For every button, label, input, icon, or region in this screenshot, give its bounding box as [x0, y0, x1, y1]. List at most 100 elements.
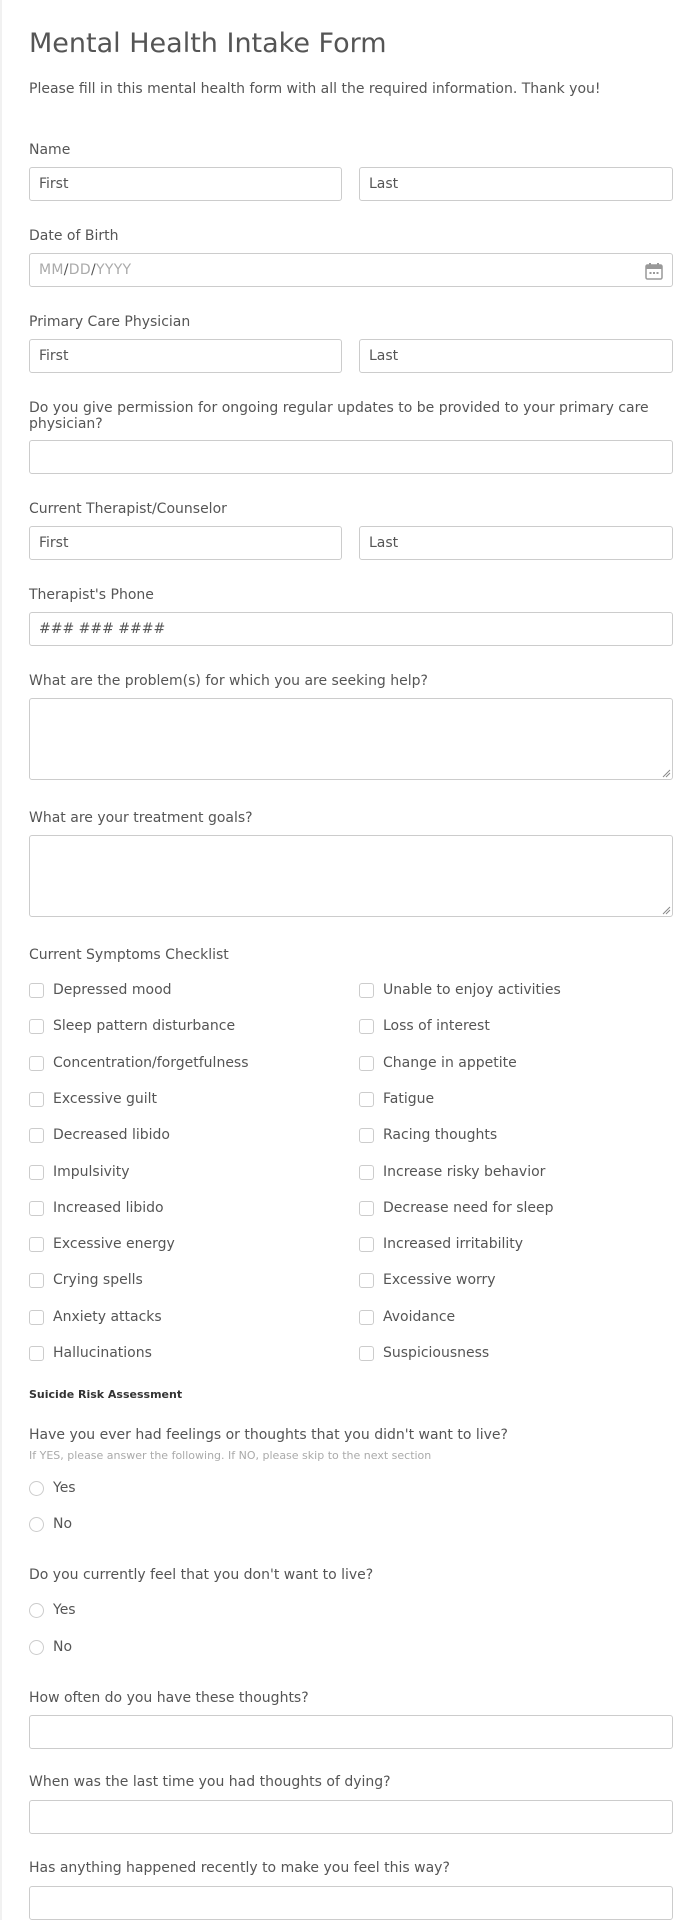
recent-label: Has anything happened recently to make y… — [29, 1860, 450, 1876]
checkbox[interactable] — [29, 1200, 44, 1216]
symptom-label: Crying spells — [53, 1272, 143, 1288]
symptom-option[interactable]: Change in appetite — [359, 1053, 517, 1073]
symptom-label: Decrease need for sleep — [383, 1200, 554, 1216]
checkbox[interactable] — [359, 1164, 374, 1180]
last-time-input[interactable] — [29, 1800, 673, 1834]
symptom-option[interactable]: Impulsivity — [29, 1162, 130, 1182]
checkbox[interactable] — [359, 1055, 374, 1071]
q1-label: Have you ever had feelings or thoughts t… — [29, 1427, 508, 1443]
checkbox[interactable] — [359, 1309, 374, 1325]
pcp-first-placeholder: First — [39, 348, 69, 364]
therapist-label: Current Therapist/Counselor — [29, 501, 227, 517]
problems-textarea[interactable] — [29, 698, 673, 780]
checkbox[interactable] — [29, 1127, 44, 1143]
checkbox[interactable] — [359, 1272, 374, 1288]
dob-dd: DD — [68, 262, 91, 278]
checkbox[interactable] — [29, 1018, 44, 1034]
radio-button[interactable] — [29, 1639, 44, 1655]
symptom-label: Fatigue — [383, 1091, 435, 1107]
goals-textarea[interactable] — [29, 835, 673, 917]
option-label: Yes — [53, 1480, 76, 1496]
checkbox[interactable] — [29, 1055, 44, 1071]
symptom-option[interactable]: Loss of interest — [359, 1016, 490, 1036]
checkbox[interactable] — [359, 1345, 374, 1361]
symptom-label: Loss of interest — [383, 1018, 490, 1034]
checkbox[interactable] — [29, 1164, 44, 1180]
symptom-option[interactable]: Depressed mood — [29, 980, 172, 1000]
q2-option-no[interactable]: No — [29, 1637, 72, 1657]
symptom-label: Racing thoughts — [383, 1127, 498, 1143]
symptom-option[interactable]: Decreased libido — [29, 1125, 170, 1145]
symptom-option[interactable]: Anxiety attacks — [29, 1307, 162, 1327]
q1-option-no[interactable]: No — [29, 1514, 72, 1534]
how-often-input[interactable] — [29, 1715, 673, 1749]
recent-input[interactable] — [29, 1886, 673, 1920]
permission-label: Do you give permission for ongoing regul… — [29, 400, 649, 432]
symptom-label: Decreased libido — [53, 1127, 170, 1143]
symptom-option[interactable]: Crying spells — [29, 1270, 143, 1290]
therapist-last-input[interactable]: Last — [359, 526, 673, 560]
name-first-input[interactable]: First — [29, 167, 342, 201]
dob-mm: MM — [39, 262, 64, 278]
checkbox[interactable] — [359, 1200, 374, 1216]
symptom-option[interactable]: Hallucinations — [29, 1343, 152, 1363]
name-last-input[interactable]: Last — [359, 167, 673, 201]
radio-button[interactable] — [29, 1480, 44, 1496]
symptom-option[interactable]: Increased libido — [29, 1198, 164, 1218]
symptom-label: Change in appetite — [383, 1055, 517, 1071]
symptom-option[interactable]: Fatigue — [359, 1089, 434, 1109]
calendar-icon[interactable] — [645, 262, 663, 280]
symptom-option[interactable]: Decrease need for sleep — [359, 1198, 554, 1218]
option-label: No — [53, 1639, 73, 1655]
checkbox[interactable] — [359, 1091, 374, 1107]
problems-label: What are the problem(s) for which you ar… — [29, 673, 428, 689]
pcp-label: Primary Care Physician — [29, 314, 191, 330]
name-label: Name — [29, 142, 71, 158]
name-last-placeholder: Last — [369, 176, 399, 192]
checkbox[interactable] — [359, 1236, 374, 1252]
symptom-option[interactable]: Concentration/forgetfulness — [29, 1053, 249, 1073]
phone-input[interactable]: ### ### #### — [29, 612, 673, 646]
symptom-option[interactable]: Increase risky behavior — [359, 1162, 545, 1182]
symptom-option[interactable]: Excessive worry — [359, 1270, 496, 1290]
symptom-option[interactable]: Racing thoughts — [359, 1125, 497, 1145]
page-edge — [0, 0, 2, 1920]
pcp-first-input[interactable]: First — [29, 339, 342, 373]
symptom-option[interactable]: Excessive guilt — [29, 1089, 157, 1109]
last-time-label: When was the last time you had thoughts … — [29, 1774, 391, 1790]
symptom-label: Excessive guilt — [53, 1091, 158, 1107]
goals-label: What are your treatment goals? — [29, 810, 253, 826]
q1-option-yes[interactable]: Yes — [29, 1478, 76, 1498]
checkbox[interactable] — [29, 1091, 44, 1107]
symptom-option[interactable]: Suspiciousness — [359, 1343, 489, 1363]
pcp-last-input[interactable]: Last — [359, 339, 673, 373]
symptom-option[interactable]: Unable to enjoy activities — [359, 980, 561, 1000]
radio-button[interactable] — [29, 1602, 44, 1618]
checkbox[interactable] — [29, 1236, 44, 1252]
checkbox[interactable] — [359, 1018, 374, 1034]
phone-label: Therapist's Phone — [29, 587, 154, 603]
therapist-first-input[interactable]: First — [29, 526, 342, 560]
checkbox[interactable] — [29, 1272, 44, 1288]
symptom-label: Increased libido — [53, 1200, 164, 1216]
resize-handle-icon[interactable] — [661, 768, 671, 778]
symptom-label: Depressed mood — [53, 982, 172, 998]
symptom-option[interactable]: Avoidance — [359, 1307, 455, 1327]
symptom-option[interactable]: Excessive energy — [29, 1234, 175, 1254]
checkbox[interactable] — [359, 982, 374, 998]
permission-input[interactable] — [29, 440, 673, 474]
symptom-label: Increased irritability — [383, 1236, 524, 1252]
checkbox[interactable] — [359, 1127, 374, 1143]
dob-input[interactable]: MM/DD/YYYY — [29, 253, 673, 287]
resize-handle-icon[interactable] — [661, 905, 671, 915]
symptom-label: Impulsivity — [53, 1164, 130, 1180]
dob-label: Date of Birth — [29, 228, 119, 244]
checkbox[interactable] — [29, 1345, 44, 1361]
radio-button[interactable] — [29, 1516, 44, 1532]
checkbox[interactable] — [29, 1309, 44, 1325]
symptom-option[interactable]: Increased irritability — [359, 1234, 523, 1254]
symptom-option[interactable]: Sleep pattern disturbance — [29, 1016, 235, 1036]
checkbox[interactable] — [29, 982, 44, 998]
form-subtitle: Please fill in this mental health form w… — [29, 81, 601, 97]
q2-option-yes[interactable]: Yes — [29, 1600, 76, 1620]
